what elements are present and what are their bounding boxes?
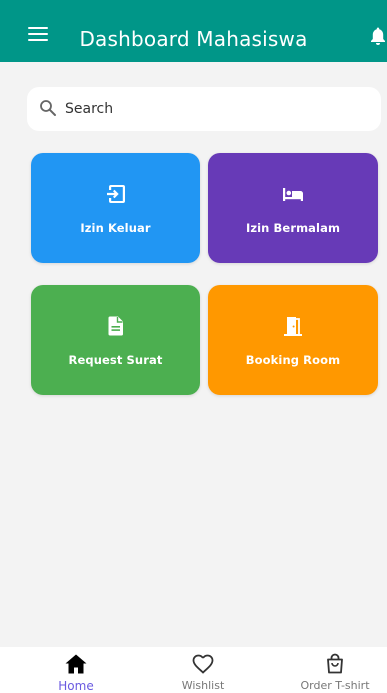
bed-icon — [283, 188, 303, 201]
page-title: Dashboard Mahasiswa — [79, 27, 308, 51]
search-icon — [40, 100, 56, 116]
nav-item-wishlist[interactable]: Wishlist — [163, 647, 243, 693]
izin-keluar-card[interactable]: Izin Keluar — [31, 153, 200, 263]
nav-label: Home — [58, 679, 94, 693]
exit-icon — [106, 185, 125, 203]
home-icon — [65, 654, 87, 674]
bell-icon[interactable] — [369, 26, 387, 46]
search-bar — [27, 87, 381, 131]
booking-room-card[interactable]: Booking Room — [208, 285, 378, 395]
document-icon — [108, 316, 123, 336]
app-screen: Dashboard Mahasiswa Izin Keluar Izin Ber — [0, 0, 387, 693]
door-icon — [284, 317, 302, 336]
request-surat-card[interactable]: Request Surat — [31, 285, 200, 395]
app-bar: Dashboard Mahasiswa — [0, 0, 387, 62]
card-label: Booking Room — [245, 353, 341, 367]
card-label: Izin Keluar — [80, 221, 151, 235]
search-input[interactable] — [65, 87, 365, 131]
nav-item-order-tshirt[interactable]: Order T-shirt — [290, 647, 380, 693]
card-label: Izin Bermalam — [245, 221, 341, 235]
nav-item-home[interactable]: Home — [36, 647, 116, 693]
card-label: Request Surat — [68, 353, 163, 367]
nav-label: Order T-shirt — [300, 679, 370, 692]
shopping-bag-icon — [327, 653, 343, 674]
heart-icon — [192, 654, 214, 674]
nav-label: Wishlist — [181, 679, 225, 692]
izin-bermalam-card[interactable]: Izin Bermalam — [208, 153, 378, 263]
bottom-navigation: Home Wishlist Order T-shirt — [0, 647, 387, 693]
